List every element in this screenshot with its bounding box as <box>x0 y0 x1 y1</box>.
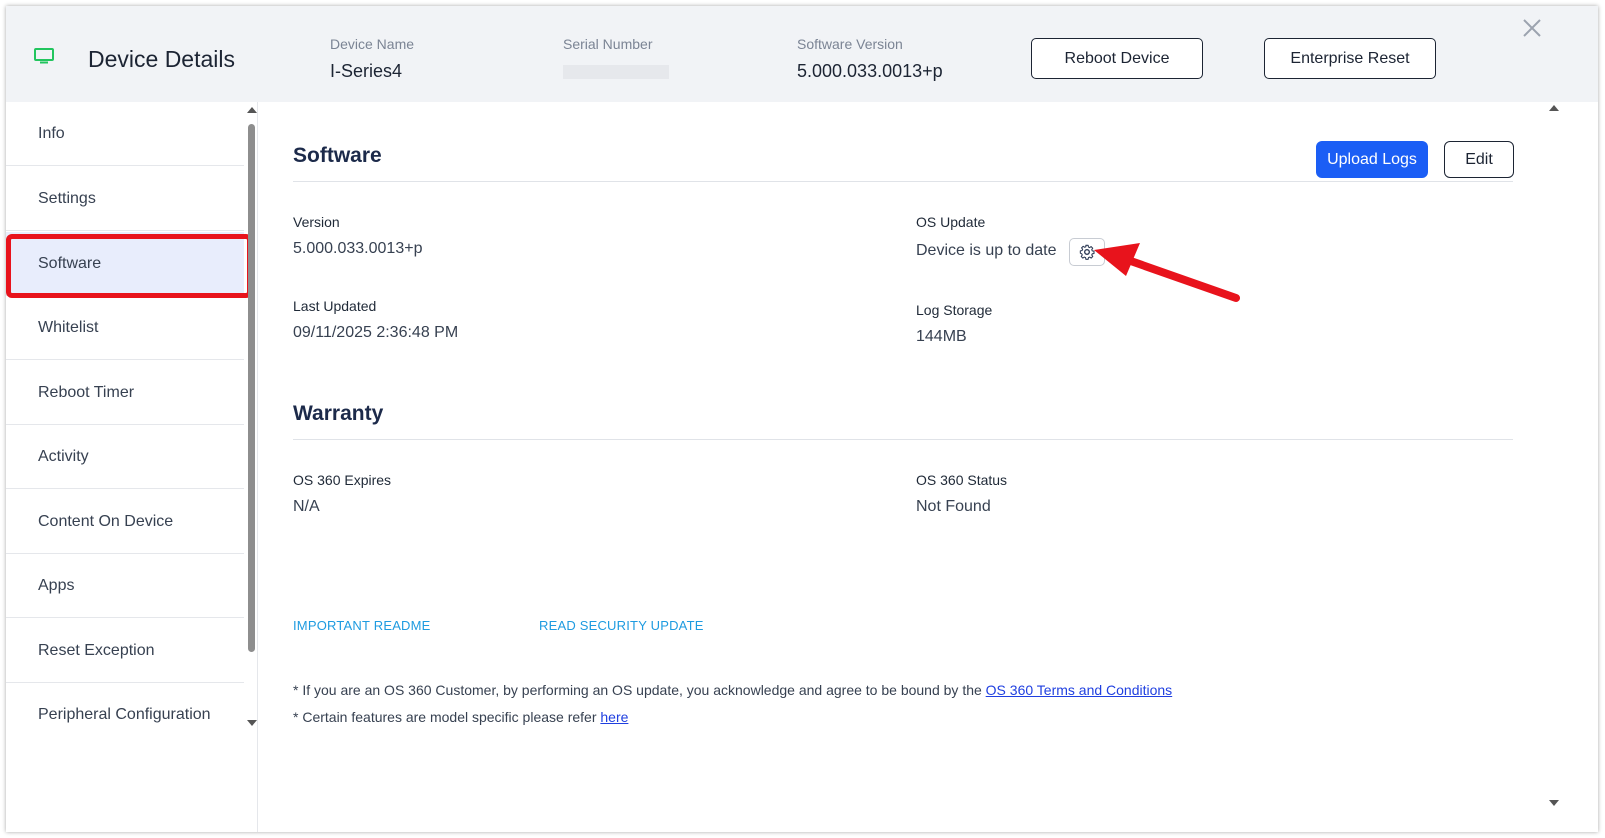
sidebar-item-peripheral-configuration[interactable]: Peripheral Configuration <box>6 683 244 747</box>
sidebar-item-activity[interactable]: Activity <box>6 425 244 489</box>
sidebar-item-label: Activity <box>38 447 89 465</box>
monitor-icon <box>34 48 54 64</box>
sidebar-item-reboot-timer[interactable]: Reboot Timer <box>6 361 244 425</box>
sidebar-item-label: Content On Device <box>38 512 174 530</box>
sidebar-item-software[interactable]: Software <box>6 232 244 296</box>
software-version-value: 5.000.033.0013+p <box>797 61 943 81</box>
os-update-value: Device is up to date <box>916 242 1057 259</box>
terms-and-conditions-link[interactable]: OS 360 Terms and Conditions <box>986 682 1173 698</box>
main-content: Software Upload Logs Edit Version 5.000.… <box>258 102 1598 832</box>
software-version-group: Software Version 5.000.033.0013+p <box>797 36 943 82</box>
os360-status-label: OS 360 Status <box>916 472 1008 488</box>
sidebar-item-info[interactable]: Info <box>6 102 244 166</box>
dialog-header: Device Details Device Name I-Series4 Ser… <box>6 6 1598 102</box>
dialog-title: Device Details <box>88 46 235 72</box>
edit-button[interactable]: Edit <box>1444 141 1514 178</box>
close-icon[interactable] <box>1520 16 1544 40</box>
sidebar-item-label: Software <box>38 254 102 272</box>
model-note: * Certain features are model specific pl… <box>293 709 628 725</box>
device-name-value: I-Series4 <box>330 61 403 81</box>
serial-number-redacted <box>563 65 669 79</box>
os360-expires-label: OS 360 Expires <box>293 472 392 488</box>
model-here-link[interactable]: here <box>600 709 628 725</box>
device-name-group: Device Name I-Series4 <box>330 36 414 82</box>
sidebar-item-settings[interactable]: Settings <box>6 167 244 231</box>
software-version-label: Software Version <box>797 36 903 52</box>
gear-icon <box>1079 244 1095 260</box>
sidebar-item-label: Settings <box>38 189 96 207</box>
terms-note-text: * If you are an OS 360 Customer, by perf… <box>293 682 986 698</box>
sidebar-item-content-on-device[interactable]: Content On Device <box>6 490 244 554</box>
sidebar-scrollbar[interactable] <box>246 102 257 832</box>
device-details-dialog: Device Details Device Name I-Series4 Ser… <box>6 6 1598 832</box>
important-readme-link[interactable]: IMPORTANT README <box>293 618 431 633</box>
os360-expires-value: N/A <box>293 498 320 515</box>
page-scroll-down-icon[interactable] <box>1549 800 1559 806</box>
serial-number-group: Serial Number <box>563 36 669 79</box>
sidebar-item-whitelist[interactable]: Whitelist <box>6 296 244 360</box>
warranty-section-title: Warranty <box>293 402 384 425</box>
read-security-update-link[interactable]: READ SECURITY UPDATE <box>539 618 704 633</box>
os-update-label: OS Update <box>916 214 986 230</box>
version-value: 5.000.033.0013+p <box>293 240 423 257</box>
software-section-title: Software <box>293 144 382 167</box>
log-storage-value: 144MB <box>916 328 967 345</box>
sidebar-item-apps[interactable]: Apps <box>6 554 244 618</box>
log-storage-label: Log Storage <box>916 302 993 318</box>
model-note-text: * Certain features are model specific pl… <box>293 709 601 725</box>
enterprise-reset-button[interactable]: Enterprise Reset <box>1264 38 1436 79</box>
terms-note: * If you are an OS 360 Customer, by perf… <box>293 682 1172 698</box>
sidebar-item-label: Reset Exception <box>38 641 155 659</box>
os360-status-value: Not Found <box>916 498 991 515</box>
sidebar-item-label: Reboot Timer <box>38 383 135 401</box>
sidebar-item-label: Whitelist <box>38 318 99 336</box>
scroll-up-arrow-icon[interactable] <box>247 107 257 113</box>
upload-logs-button[interactable]: Upload Logs <box>1316 141 1428 178</box>
sidebar-item-label: Peripheral Configuration <box>38 706 211 723</box>
os-update-settings-button[interactable] <box>1069 238 1105 266</box>
sidebar-nav: Info Settings Software Whitelist Reboot … <box>6 102 258 832</box>
page-scroll-up-icon[interactable] <box>1549 105 1559 111</box>
serial-number-label: Serial Number <box>563 36 653 52</box>
software-divider <box>293 181 1513 182</box>
sidebar-item-label: Apps <box>38 576 75 594</box>
reboot-device-button[interactable]: Reboot Device <box>1031 38 1203 79</box>
scroll-thumb[interactable] <box>248 124 255 652</box>
scroll-down-arrow-icon[interactable] <box>247 720 257 726</box>
sidebar-item-reset-exception[interactable]: Reset Exception <box>6 619 244 683</box>
sidebar-item-label: Info <box>38 124 65 142</box>
last-updated-value: 09/11/2025 2:36:48 PM <box>293 324 459 341</box>
version-label: Version <box>293 214 340 230</box>
warranty-divider <box>293 439 1513 440</box>
device-name-label: Device Name <box>330 36 415 52</box>
last-updated-label: Last Updated <box>293 298 377 314</box>
